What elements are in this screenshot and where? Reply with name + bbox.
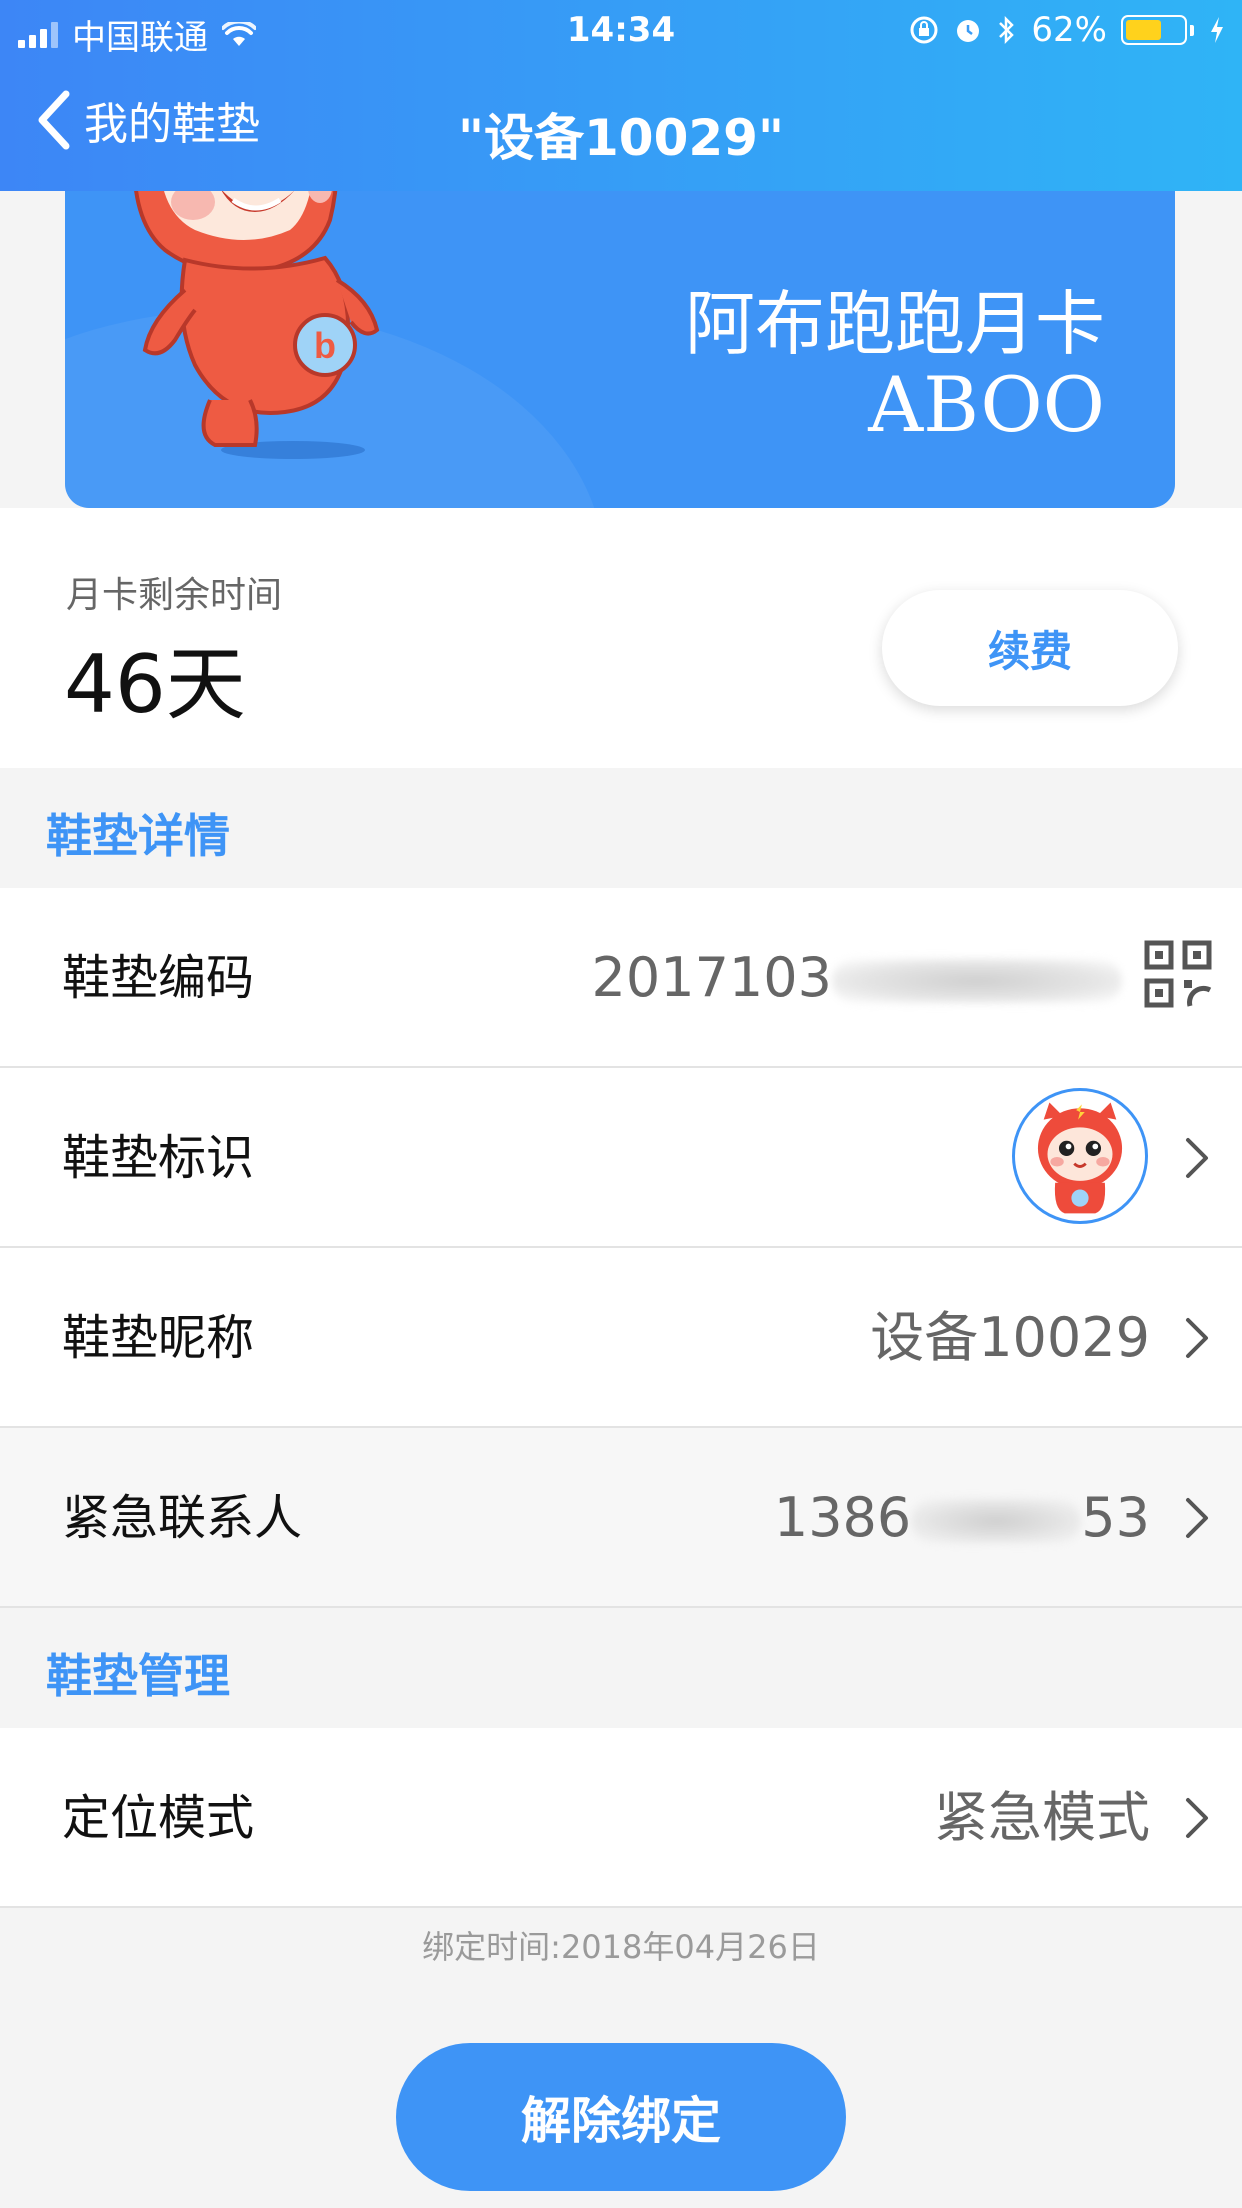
chevron-right-icon	[1186, 1798, 1208, 1838]
qr-code-icon[interactable]	[1144, 940, 1212, 1008]
insole-code-row: 鞋垫编码 2017103	[0, 888, 1242, 1068]
insole-nickname-row[interactable]: 鞋垫昵称 设备10029	[0, 1248, 1242, 1428]
alarm-icon	[957, 20, 980, 42]
emergency-contact-row[interactable]: 紧急联系人 1386 53	[0, 1428, 1242, 1608]
insole-avatar-row[interactable]: 鞋垫标识	[0, 1068, 1242, 1248]
bind-time-text: 绑定时间:2018年04月26日	[422, 1928, 820, 1966]
redacted-blur	[832, 959, 1122, 1004]
insole-code-value: 2017103	[592, 888, 1122, 1068]
remaining-time-value: 46天	[64, 638, 246, 731]
top-bar: 中国联通 14:34 62% 我的鞋垫 "设备10029"	[0, 0, 1242, 191]
manage-section-title: 鞋垫管理	[46, 1649, 230, 1703]
page-title: "设备10029"	[457, 109, 785, 167]
insole-avatar-label: 鞋垫标识	[62, 1130, 255, 1186]
emergency-contact-value: 1386 53	[773, 1486, 1150, 1549]
chevron-right-icon	[1186, 1138, 1208, 1178]
remaining-time-panel: 月卡剩余时间 46天 续费	[0, 508, 1242, 768]
renew-button[interactable]: 续费	[882, 590, 1178, 706]
location-mode-row[interactable]: 定位模式 紧急模式	[0, 1728, 1242, 1908]
location-mode-label: 定位模式	[62, 1790, 255, 1846]
details-section-title: 鞋垫详情	[46, 809, 230, 863]
nav-bar: 我的鞋垫 "设备10029"	[0, 62, 1242, 191]
insole-nickname-value: 设备10029	[870, 1306, 1150, 1369]
status-bar: 中国联通 14:34 62%	[0, 0, 1242, 62]
chevron-right-icon	[1186, 1498, 1208, 1538]
manage-section-header: 鞋垫管理	[0, 1608, 1242, 1728]
remaining-time-label: 月卡剩余时间	[66, 575, 283, 616]
unbind-button[interactable]: 解除绑定	[396, 2043, 846, 2191]
mascot-illustration: b	[132, 150, 380, 459]
rotation-lock-icon	[910, 16, 938, 44]
charging-bolt-icon	[1211, 17, 1223, 43]
details-section-header: 鞋垫详情	[0, 768, 1242, 888]
insole-avatar	[1012, 1088, 1148, 1224]
bluetooth-icon	[999, 15, 1015, 45]
card-subtitle: ABOO	[868, 360, 1105, 449]
svg-text:b: b	[314, 325, 336, 366]
battery-icon	[1121, 15, 1194, 45]
card-title: 阿布跑跑月卡	[685, 283, 1105, 365]
redacted-blur	[911, 1499, 1082, 1544]
emergency-contact-label: 紧急联系人	[62, 1490, 303, 1546]
insole-nickname-label: 鞋垫昵称	[62, 1310, 255, 1366]
insole-code-label: 鞋垫编码	[62, 950, 255, 1006]
chevron-right-icon	[1186, 1318, 1208, 1358]
location-mode-value: 紧急模式	[934, 1786, 1150, 1849]
battery-percent: 62%	[1031, 10, 1107, 50]
